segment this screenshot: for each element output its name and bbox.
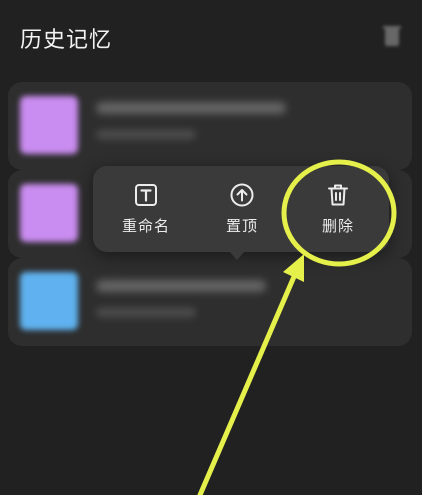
pin-top-icon [230, 183, 254, 207]
menu-pointer [228, 250, 246, 260]
blurred-subtitle [96, 308, 196, 317]
history-item[interactable] [8, 82, 412, 170]
history-thumbnail [20, 184, 78, 242]
blurred-subtitle [96, 130, 196, 139]
trash-icon[interactable] [382, 24, 402, 48]
history-thumbnail [20, 96, 78, 154]
delete-trash-icon [328, 184, 348, 206]
rename-text-icon [135, 184, 157, 206]
delete-label: 删除 [321, 217, 354, 235]
rename-label: 重命名 [121, 217, 170, 235]
history-item[interactable] [8, 258, 412, 346]
rename-button[interactable]: 重命名 [97, 166, 195, 252]
blurred-title [96, 280, 266, 292]
pin-top-button[interactable]: 置顶 [193, 166, 291, 252]
blurred-title [96, 102, 286, 114]
context-menu: 重命名 置顶 删除 [93, 166, 389, 252]
history-thumbnail [20, 272, 78, 330]
pin-top-label: 置顶 [225, 217, 258, 235]
delete-button[interactable]: 删除 [289, 166, 387, 252]
page-title: 历史记忆 [20, 28, 113, 53]
